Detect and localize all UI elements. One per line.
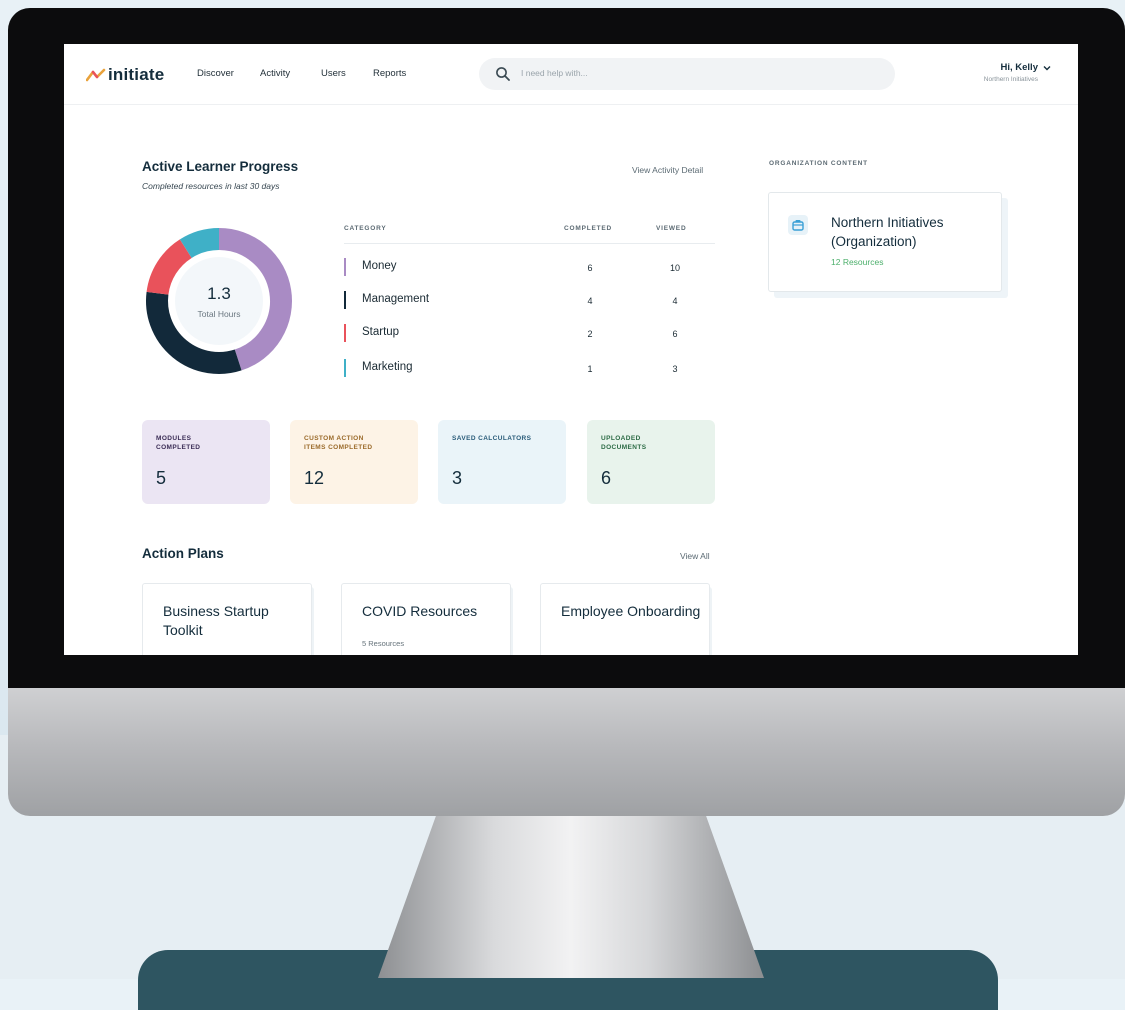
search-input[interactable]: [519, 67, 883, 79]
stat-label: CUSTOM ACTION ITEMS COMPLETED: [304, 435, 373, 451]
viewed-count: 6: [672, 329, 678, 339]
category-label: Startup: [362, 326, 400, 338]
completed-count: 2: [587, 329, 593, 339]
nav-link-activity[interactable]: Activity: [260, 68, 290, 79]
monitor-chin: [8, 688, 1125, 816]
table-divider: [344, 243, 715, 244]
category-color-bar: [344, 258, 346, 276]
category-label: Marketing: [362, 361, 413, 373]
user-greeting: Hi, Kelly: [1000, 62, 1039, 73]
action-plan-card[interactable]: Employee Onboarding: [540, 583, 710, 655]
search-bar[interactable]: [479, 58, 895, 90]
chevron-down-icon: [1043, 66, 1051, 71]
app-screen: initiate Discover Activity Users Reports…: [64, 44, 1078, 655]
completed-count: 6: [587, 263, 593, 273]
stat-card[interactable]: UPLOADED DOCUMENTS 6: [587, 420, 715, 504]
action-plan-title: Employee Onboarding: [561, 603, 701, 619]
action-plan-resource-count: 5 Resources: [362, 639, 405, 648]
stat-card[interactable]: SAVED CALCULATORS 3: [438, 420, 566, 504]
stat-value: 3: [452, 468, 463, 488]
category-row: Startup 2 6: [344, 323, 715, 343]
action-plan-card[interactable]: Business Startup Toolkit: [142, 583, 312, 655]
stat-label: SAVED CALCULATORS: [452, 435, 532, 442]
completed-header: COMPLETED: [564, 225, 613, 232]
action-plan-title: Business Startup Toolkit: [163, 603, 269, 638]
completed-count: 4: [587, 296, 593, 306]
logo[interactable]: initiate: [86, 64, 164, 86]
stat-value: 12: [304, 468, 325, 488]
category-color-bar: [344, 359, 346, 377]
viewed-count: 4: [672, 296, 678, 306]
org-name: Northern Initiatives (Organization): [831, 215, 944, 249]
viewed-header: VIEWED: [656, 225, 687, 232]
user-menu[interactable]: Hi, Kelly Northern Initiatives: [983, 62, 1051, 83]
total-hours-value: 1.3: [207, 284, 231, 303]
stat-value: 6: [601, 468, 612, 488]
action-plans-title: Action Plans: [142, 546, 224, 561]
org-content-heading: ORGANIZATION CONTENT: [769, 160, 868, 167]
nav-link-reports[interactable]: Reports: [373, 68, 406, 79]
action-plan-title: COVID Resources: [362, 603, 478, 619]
search-icon: [496, 67, 510, 81]
completed-count: 1: [587, 364, 593, 374]
stat-card[interactable]: CUSTOM ACTION ITEMS COMPLETED 12: [290, 420, 418, 504]
user-org: Northern Initiatives: [983, 76, 1038, 83]
monitor-stand: [378, 816, 764, 978]
hours-donut-chart: 1.3 Total Hours: [146, 228, 292, 374]
logo-mark-icon: [86, 68, 106, 82]
viewed-count: 3: [672, 364, 678, 374]
view-all-link[interactable]: View All: [680, 551, 710, 561]
stat-value: 5: [156, 468, 167, 488]
logo-text: initiate: [108, 65, 165, 84]
category-label: Management: [362, 293, 430, 305]
nav-link-users[interactable]: Users: [321, 68, 346, 79]
action-plan-card[interactable]: COVID Resources 5 Resources: [341, 583, 511, 655]
org-folder-icon: [788, 215, 808, 235]
category-row: Management 4 4: [344, 290, 715, 310]
org-content-card[interactable]: Northern Initiatives (Organization) 12 R…: [768, 192, 1002, 292]
category-color-bar: [344, 324, 346, 342]
category-header: CATEGORY: [344, 225, 387, 232]
viewed-count: 10: [669, 263, 680, 273]
view-activity-detail-link[interactable]: View Activity Detail: [632, 165, 703, 175]
category-row: Money 6 10: [344, 257, 715, 277]
donut-segment-marketing: [179, 228, 220, 259]
category-row: Marketing 1 3: [344, 358, 715, 378]
top-nav: initiate Discover Activity Users Reports…: [64, 44, 1078, 105]
org-resources-count: 12 Resources: [831, 257, 884, 267]
progress-title: Active Learner Progress: [142, 159, 299, 174]
stat-label: MODULES COMPLETED: [156, 435, 201, 451]
category-color-bar: [344, 291, 346, 309]
progress-subtitle: Completed resources in last 30 days: [142, 181, 280, 191]
nav-link-discover[interactable]: Discover: [197, 68, 234, 79]
total-hours-label: Total Hours: [198, 309, 241, 319]
stat-card[interactable]: MODULES COMPLETED 5: [142, 420, 270, 504]
stat-label: UPLOADED DOCUMENTS: [601, 435, 647, 451]
category-label: Money: [362, 260, 397, 272]
